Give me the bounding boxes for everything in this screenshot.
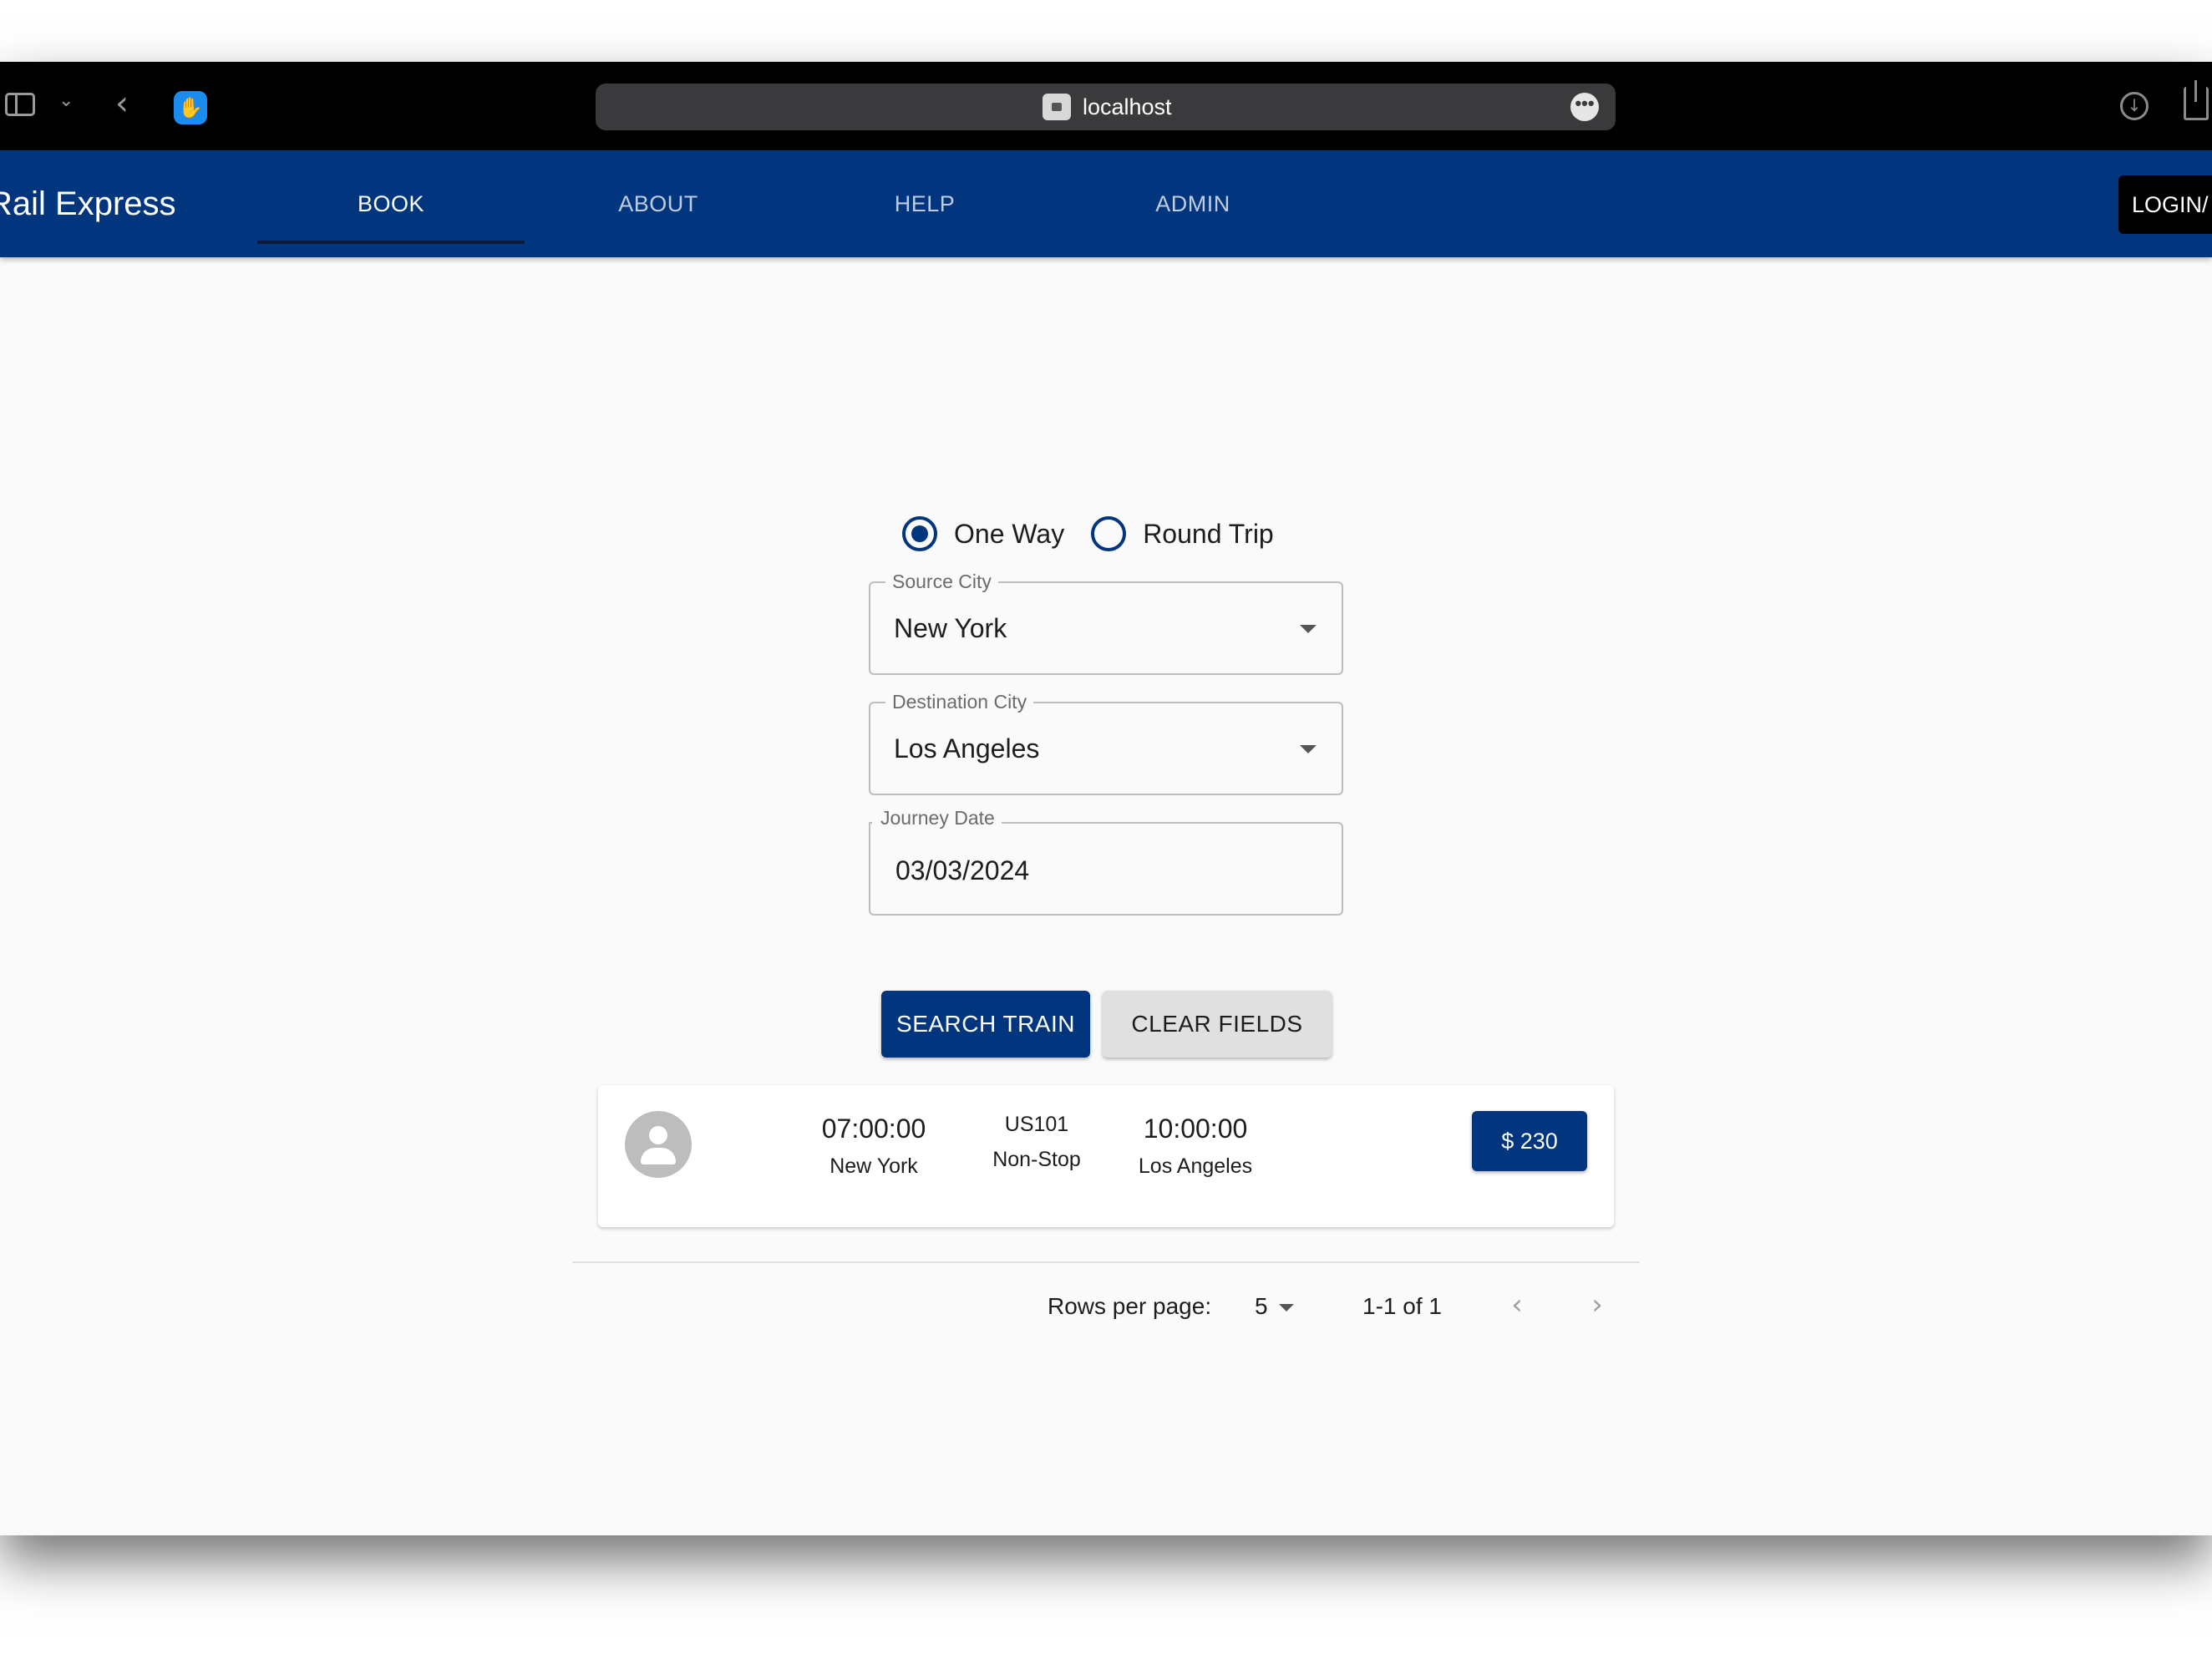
app-header: Rail Express BOOK ABOUT HELP ADMIN LOGIN… bbox=[0, 150, 2212, 257]
radio-unchecked-icon[interactable] bbox=[1091, 516, 1127, 551]
arrival-time: 10:00:00 bbox=[1143, 1114, 1248, 1144]
table-divider bbox=[572, 1261, 1640, 1263]
source-city-select[interactable]: Source City New York bbox=[869, 571, 1343, 675]
train-number: US101 bbox=[1004, 1113, 1069, 1136]
source-city-label: Source City bbox=[885, 571, 998, 592]
departure-city: New York bbox=[830, 1154, 918, 1178]
arrival-column: 10:00:00 Los Angeles bbox=[1108, 1112, 1283, 1180]
search-train-button[interactable]: SEARCH TRAIN bbox=[881, 991, 1090, 1058]
journey-date-value: 03/03/2024 bbox=[895, 855, 1030, 885]
radio-checked-icon[interactable] bbox=[902, 516, 937, 551]
radio-round-trip-label: Round Trip bbox=[1143, 518, 1274, 549]
chevron-down-icon[interactable]: ⌄ bbox=[58, 90, 74, 111]
dropdown-arrow-icon[interactable] bbox=[1300, 625, 1317, 633]
login-button[interactable]: LOGIN/ bbox=[2118, 175, 2212, 234]
radio-one-way-label: One Way bbox=[954, 518, 1065, 549]
departure-time: 07:00:00 bbox=[821, 1114, 926, 1144]
tab-admin[interactable]: ADMIN bbox=[1059, 150, 1327, 257]
blocker-extension-icon[interactable]: ✋ bbox=[174, 91, 207, 124]
rows-dropdown-arrow-icon[interactable] bbox=[1279, 1304, 1294, 1311]
page-range: 1-1 of 1 bbox=[1362, 1293, 1442, 1319]
radio-round-trip[interactable]: Round Trip bbox=[1091, 516, 1274, 551]
download-icon[interactable]: ↓ bbox=[2120, 92, 2149, 120]
sidebar-toggle-icon[interactable] bbox=[5, 93, 35, 116]
share-icon[interactable] bbox=[2184, 80, 2209, 120]
previous-page-icon[interactable]: ‹ bbox=[1500, 1286, 1534, 1327]
train-stops: Non-Stop bbox=[992, 1148, 1081, 1171]
train-info-column: US101 Non-Stop bbox=[966, 1110, 1108, 1174]
source-city-value: New York bbox=[894, 613, 1007, 643]
site-icon bbox=[1043, 94, 1071, 120]
tab-about[interactable]: ABOUT bbox=[525, 150, 792, 257]
trip-type-group: One Way Round Trip bbox=[902, 513, 1301, 555]
clear-fields-button[interactable]: CLEAR FIELDS bbox=[1103, 991, 1332, 1058]
rows-per-page-select[interactable]: 5 bbox=[1255, 1286, 1268, 1327]
url-text: localhost bbox=[1083, 94, 1172, 119]
rows-per-page-label: Rows per page: bbox=[1048, 1293, 1212, 1319]
destination-city-value: Los Angeles bbox=[894, 733, 1040, 764]
next-page-icon[interactable]: › bbox=[1580, 1286, 1614, 1327]
destination-city-select[interactable]: Destination City Los Angeles bbox=[869, 691, 1343, 795]
back-arrow-icon[interactable]: ‹ bbox=[115, 85, 129, 122]
brand-title: Rail Express bbox=[0, 185, 176, 222]
dropdown-arrow-icon[interactable] bbox=[1300, 745, 1317, 753]
avatar-icon bbox=[625, 1111, 692, 1178]
tab-book[interactable]: BOOK bbox=[257, 150, 525, 257]
arrival-city: Los Angeles bbox=[1138, 1154, 1253, 1178]
tab-help[interactable]: HELP bbox=[791, 150, 1058, 257]
price-button[interactable]: $ 230 bbox=[1472, 1111, 1587, 1171]
destination-city-label: Destination City bbox=[885, 691, 1034, 713]
departure-column: 07:00:00 New York bbox=[790, 1112, 957, 1180]
journey-date-field[interactable]: Journey Date 03/03/2024 bbox=[869, 807, 1343, 916]
browser-toolbar: ⌄ ‹ ✋ localhost ••• ↓ bbox=[0, 62, 2212, 150]
address-bar[interactable]: localhost ••• bbox=[596, 84, 1616, 130]
journey-date-label: Journey Date bbox=[872, 807, 1002, 829]
browser-window: ⌄ ‹ ✋ localhost ••• ↓ Rail Express BOOK … bbox=[0, 62, 2212, 1535]
train-result-card: 07:00:00 New York US101 Non-Stop 10:00:0… bbox=[598, 1085, 1614, 1227]
more-options-icon[interactable]: ••• bbox=[1570, 93, 1599, 121]
radio-one-way[interactable]: One Way bbox=[902, 516, 1064, 551]
